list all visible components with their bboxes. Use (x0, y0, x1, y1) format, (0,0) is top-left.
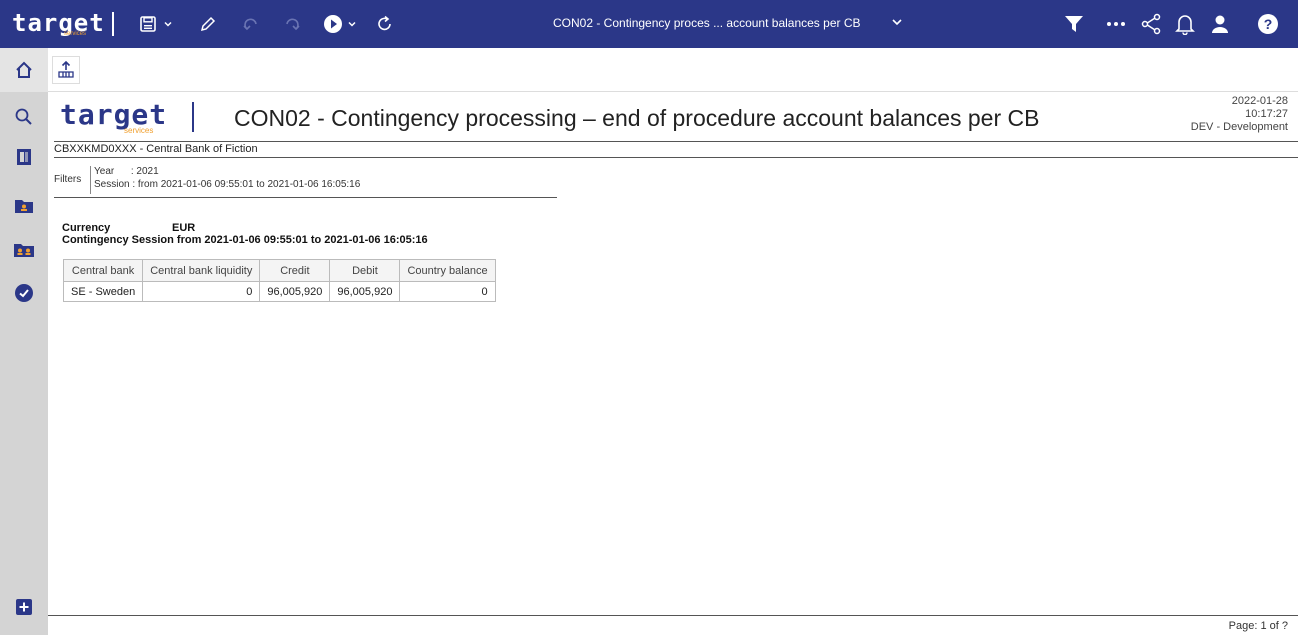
folder-icon[interactable] (13, 195, 35, 217)
report-page: target services CON02 - Contingency proc… (48, 92, 1298, 635)
chevron-down-icon[interactable] (162, 12, 174, 36)
currency-block: Currency EUR Contingency Session from 202… (62, 222, 428, 246)
filter-icon[interactable] (1062, 12, 1086, 36)
save-icon[interactable] (138, 12, 158, 36)
undo-icon[interactable] (240, 12, 262, 36)
user-icon[interactable] (1208, 12, 1232, 36)
table-cell: 96,005,920 (329, 281, 401, 302)
help-icon[interactable]: ? (1256, 12, 1280, 36)
column-header: Central bank (62, 259, 144, 282)
report-title-dropdown[interactable]: CON02 - Contingency proces ... account b… (553, 16, 861, 30)
balances-table: Central bank Central bank liquidity Cred… (62, 259, 496, 302)
table-cell: 0 (142, 281, 261, 302)
share-icon[interactable] (1139, 12, 1163, 36)
bank-name: CBXXKMD0XXX - Central Bank of Fiction (54, 143, 258, 155)
play-icon[interactable] (322, 12, 344, 36)
filters-values: Year : 2021 Session : from 2021-01-06 09… (94, 165, 360, 191)
footer-divider (48, 615, 1298, 616)
bell-icon[interactable] (1173, 12, 1197, 36)
divider (54, 157, 1298, 158)
report-toolbar (48, 48, 1298, 92)
documents-icon[interactable] (13, 146, 35, 168)
search-icon[interactable] (13, 106, 35, 128)
report-logo-sub: services (124, 126, 154, 135)
page-indicator: Page: 1 of ? (1228, 620, 1288, 632)
filter-year: Year : 2021 (94, 166, 159, 177)
table-header-row: Central bank Central bank liquidity Cred… (62, 259, 496, 282)
divider (54, 141, 1298, 142)
column-header: Credit (259, 259, 331, 282)
edit-icon[interactable] (197, 12, 219, 36)
chevron-down-icon[interactable] (890, 15, 904, 32)
logo-divider (112, 12, 114, 36)
svg-text:?: ? (1264, 16, 1273, 32)
table-cell: SE - Sweden (62, 281, 144, 302)
filters-label: Filters (54, 174, 82, 185)
app-logo-sub: services (64, 31, 87, 37)
column-header: Debit (329, 259, 401, 282)
report-environment: DEV - Development (1190, 121, 1288, 133)
column-header: Central bank liquidity (142, 259, 261, 282)
report-logo-divider (192, 102, 194, 132)
export-icon[interactable] (52, 56, 80, 84)
check-circle-icon[interactable] (13, 282, 35, 304)
currency-label: Currency (62, 222, 111, 234)
app-header: target services CON02 - Contingency proc… (0, 0, 1298, 48)
table-row: SE - Sweden 0 96,005,920 96,005,920 0 (62, 281, 496, 302)
filters-divider (90, 166, 91, 194)
app-logo: target (12, 9, 105, 37)
report-date: 2022-01-28 (1231, 95, 1288, 107)
filters-panel: Filters Year : 2021 Session : from 2021-… (54, 164, 557, 198)
table-cell: 0 (399, 281, 496, 302)
column-header: Country balance (399, 259, 496, 282)
table-cell: 96,005,920 (259, 281, 331, 302)
add-icon[interactable] (13, 596, 35, 618)
chevron-down-icon[interactable] (346, 12, 358, 36)
more-icon[interactable] (1104, 12, 1128, 36)
filter-session: Session : from 2021-01-06 09:55:01 to 20… (94, 179, 361, 190)
currency-value: EUR (172, 222, 196, 234)
report-meta: 2022-01-28 10:17:27 DEV - Development (1191, 95, 1288, 134)
folders-icon[interactable] (13, 239, 35, 261)
home-icon[interactable] (0, 48, 48, 92)
report-time: 10:17:27 (1245, 108, 1288, 120)
session-line: Contingency Session from 2021-01-06 09:5… (62, 234, 428, 246)
report-title: CON02 - Contingency processing – end of … (234, 105, 1040, 131)
refresh-icon[interactable] (374, 12, 396, 36)
redo-icon[interactable] (281, 12, 303, 36)
side-navigation (0, 48, 48, 635)
